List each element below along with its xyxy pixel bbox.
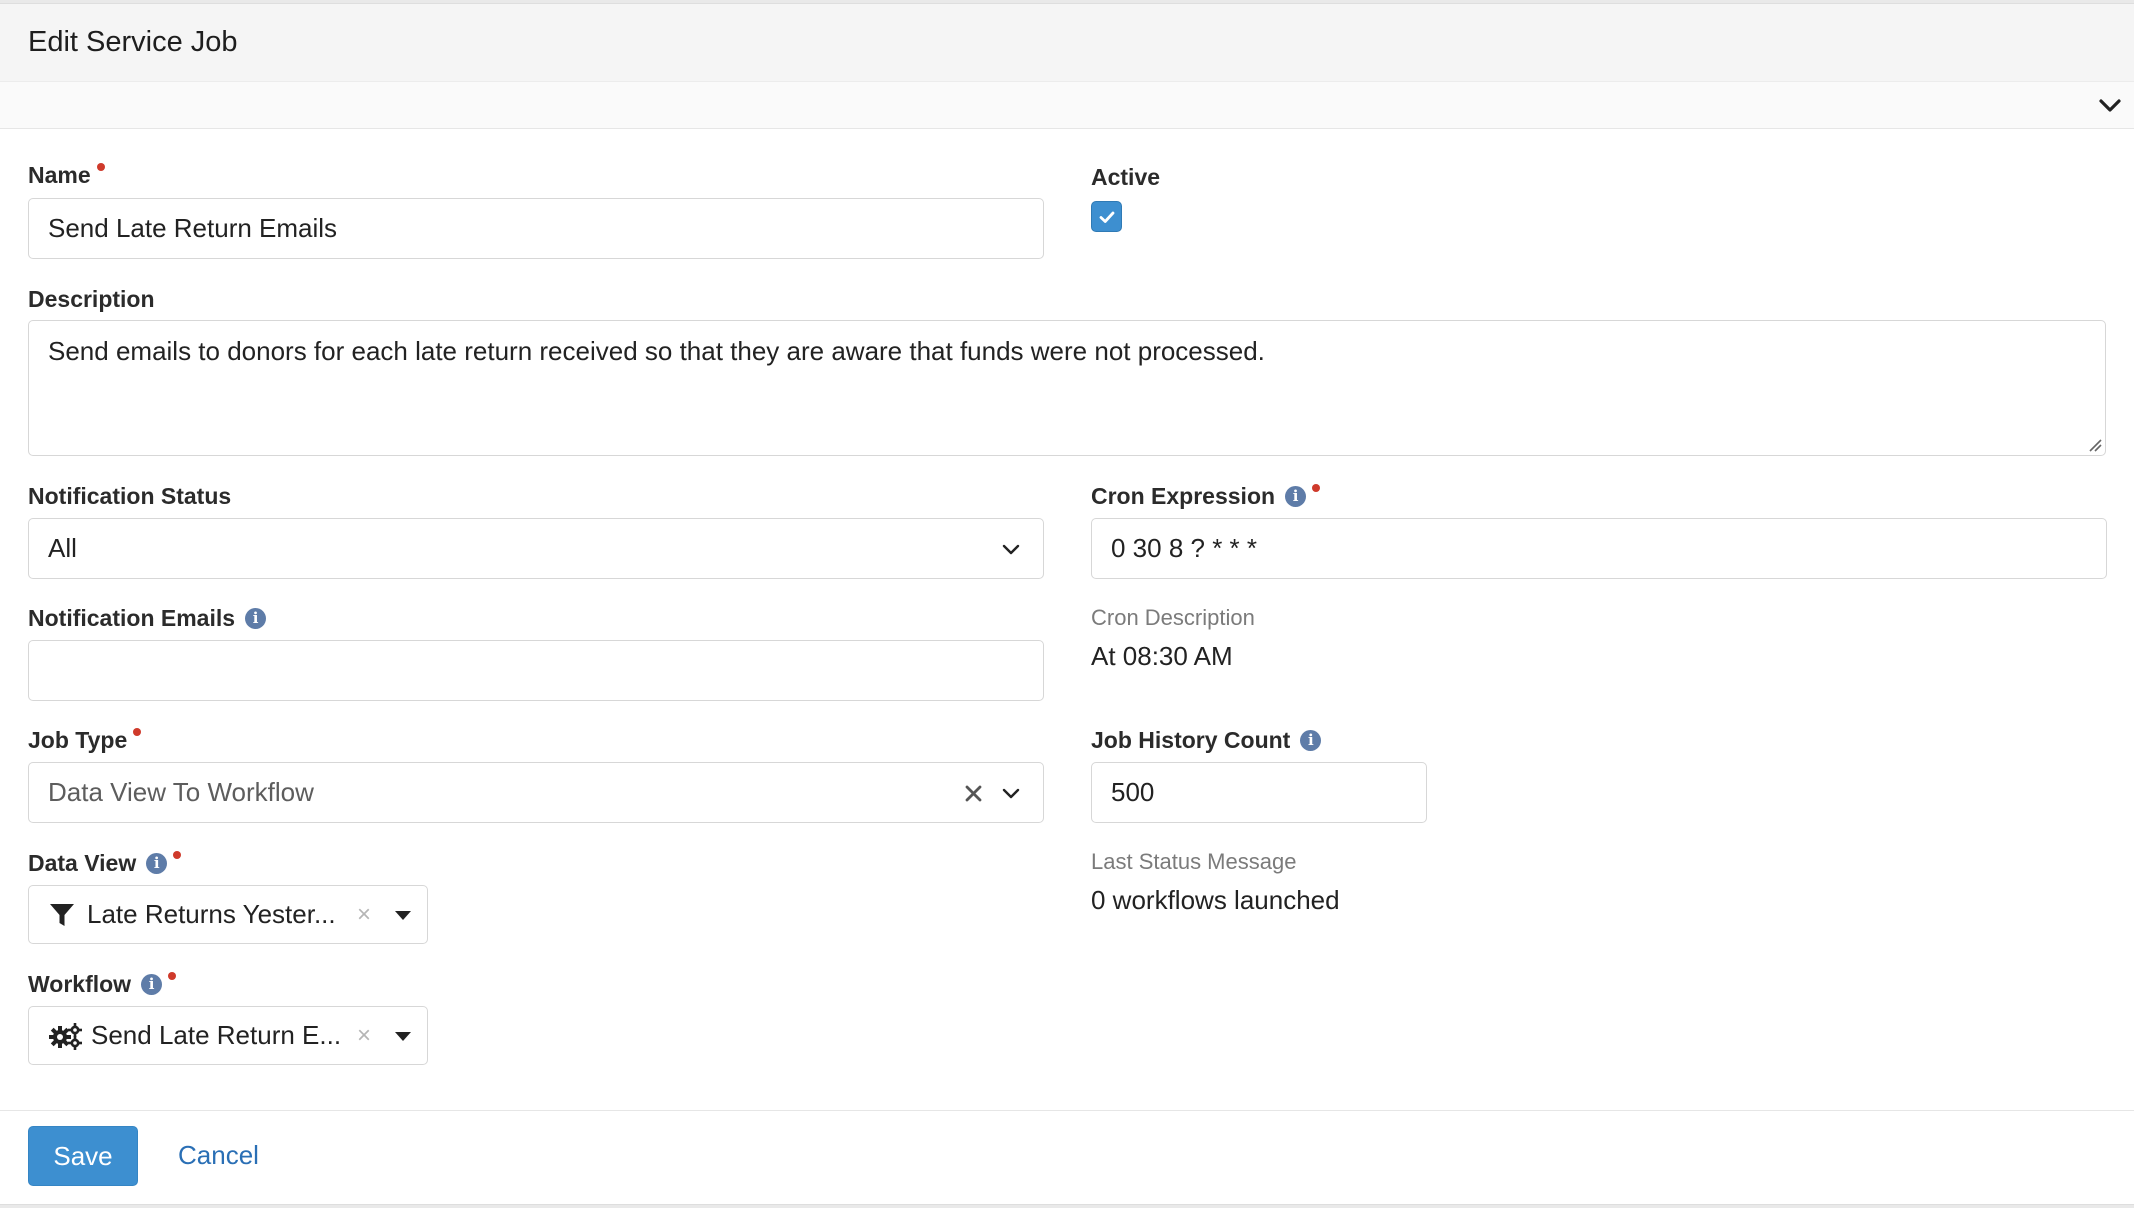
info-icon[interactable]: i	[141, 973, 163, 995]
info-icon[interactable]: i	[146, 852, 168, 874]
required-indicator	[168, 972, 177, 980]
check-icon	[1099, 211, 1114, 223]
job-type-label: Job Type	[28, 725, 142, 755]
cron-expression-label-text: Cron Expression	[1091, 482, 1276, 509]
job-history-count-label-text: Job History Count	[1091, 726, 1291, 753]
info-icon[interactable]: i	[1300, 729, 1322, 751]
clear-close-icon[interactable]: ×	[357, 901, 371, 929]
notification-emails-field-group: Notification Emails i	[28, 603, 267, 633]
clear-close-icon[interactable]	[964, 784, 983, 803]
workflow-value: Send Late Return E...	[91, 1020, 342, 1050]
description-textarea[interactable]: Send emails to donors for each late retu…	[28, 320, 2106, 456]
drawer-toggle-chevron-down-icon[interactable]	[2096, 92, 2124, 120]
info-icon[interactable]: i	[1285, 485, 1307, 507]
panel-drawer	[0, 82, 2134, 129]
data-view-field-group: Data View i	[28, 848, 182, 878]
notification-status-field-group: Notification Status	[28, 481, 231, 511]
panel-header: Edit Service Job	[0, 4, 2134, 82]
job-type-select[interactable]: Data View To Workflow	[28, 762, 1044, 823]
notification-emails-label-text: Notification Emails	[28, 604, 236, 631]
job-history-count-input[interactable]	[1091, 762, 1427, 823]
data-view-value: Late Returns Yester...	[87, 899, 336, 929]
caret-down-icon[interactable]	[395, 1031, 411, 1041]
description-field-group: Description	[28, 284, 155, 314]
required-indicator	[96, 163, 105, 171]
chevron-down-icon	[1002, 788, 1020, 799]
required-indicator	[133, 728, 142, 736]
form-actions	[0, 1110, 2134, 1201]
workflow-field-group: Workflow i	[28, 969, 177, 999]
name-label: Name	[28, 160, 105, 190]
workflow-picker[interactable]: Send Late Return E... ×	[28, 1006, 428, 1065]
filter-icon	[50, 903, 74, 926]
cron-expression-field-group: Cron Expression i	[1091, 481, 1321, 511]
chevron-down-icon	[1002, 544, 1020, 555]
name-input[interactable]	[28, 198, 1044, 259]
notification-status-label: Notification Status	[28, 482, 232, 509]
notification-emails-input[interactable]	[28, 640, 1044, 701]
cron-expression-label: Cron Expression i	[1091, 481, 1321, 511]
data-view-picker[interactable]: Late Returns Yester... ×	[28, 885, 428, 944]
workflow-label: Workflow i	[28, 969, 177, 999]
last-status-message-label: Last Status Message	[1091, 849, 1297, 874]
notification-status-value: All	[48, 533, 77, 563]
save-button[interactable]: Save	[28, 1126, 138, 1186]
active-field-group: Active	[1091, 162, 1160, 192]
job-history-count-label: Job History Count i	[1091, 725, 1322, 755]
cron-description-label: Cron Description	[1091, 605, 1255, 630]
resize-handle-icon[interactable]	[2088, 438, 2102, 452]
name-label-text: Name	[28, 161, 91, 188]
caret-down-icon[interactable]	[395, 910, 411, 920]
description-label: Description	[28, 285, 155, 312]
info-icon[interactable]: i	[245, 607, 267, 629]
notification-emails-label: Notification Emails i	[28, 603, 267, 633]
active-label: Active	[1091, 163, 1161, 190]
clear-close-icon[interactable]: ×	[357, 1022, 371, 1050]
job-type-value: Data View To Workflow	[48, 777, 314, 807]
gears-icon	[49, 1022, 82, 1050]
job-type-field-group: Job Type	[28, 725, 142, 755]
name-field-group: Name	[28, 160, 105, 190]
cancel-link[interactable]: Cancel	[178, 1140, 259, 1171]
cron-description-value: At 08:30 AM	[1091, 641, 1233, 671]
notification-status-select[interactable]: All	[28, 518, 1044, 579]
workflow-label-text: Workflow	[28, 970, 132, 997]
required-indicator	[173, 851, 182, 859]
last-status-message-value: 0 workflows launched	[1091, 885, 1340, 915]
data-view-label-text: Data View	[28, 849, 137, 876]
required-indicator	[1312, 484, 1321, 492]
job-history-count-field-group: Job History Count i	[1091, 725, 1322, 755]
job-type-label-text: Job Type	[28, 726, 128, 753]
active-checkbox[interactable]	[1091, 201, 1122, 232]
cron-expression-input[interactable]	[1091, 518, 2107, 579]
page-title: Edit Service Job	[28, 26, 238, 58]
data-view-label: Data View i	[28, 848, 182, 878]
